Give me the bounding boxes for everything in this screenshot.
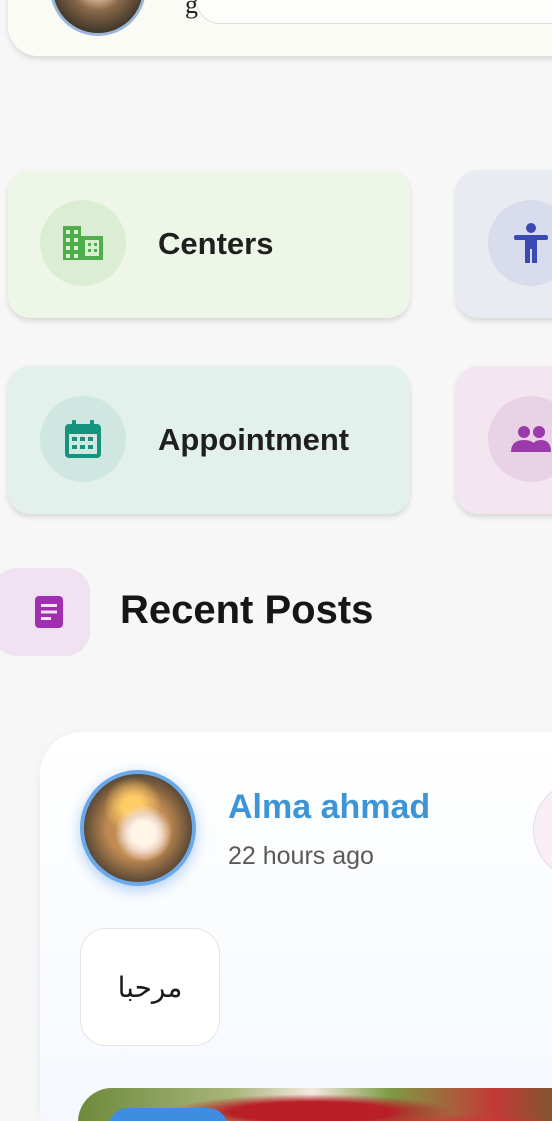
post-author-name[interactable]: Alma ahmad [228, 788, 430, 827]
post-timestamp: 22 hours ago [228, 842, 374, 870]
article-icon [0, 568, 90, 656]
appointment-label: Appointment [158, 422, 350, 457]
group-card[interactable] [456, 366, 552, 514]
header-partial-text: g [185, 0, 198, 19]
group-icon [488, 396, 552, 482]
post-text-bubble: مرحبا [80, 928, 220, 1046]
calendar-icon [40, 396, 126, 482]
recent-posts-title: Recent Posts [120, 588, 374, 632]
home-screen: g Centers Appointment Recent Posts Alma … [0, 0, 552, 1121]
accessibility-icon [488, 200, 552, 286]
author-avatar[interactable] [80, 770, 196, 886]
post-image-badge [108, 1108, 228, 1121]
appointment-card[interactable]: Appointment [8, 366, 410, 514]
centers-card[interactable]: Centers [8, 170, 410, 318]
search-input[interactable] [196, 0, 552, 24]
accessibility-card[interactable] [456, 170, 552, 318]
building-icon [40, 200, 126, 286]
centers-label: Centers [158, 226, 274, 261]
post-text: مرحبا [117, 970, 183, 1004]
